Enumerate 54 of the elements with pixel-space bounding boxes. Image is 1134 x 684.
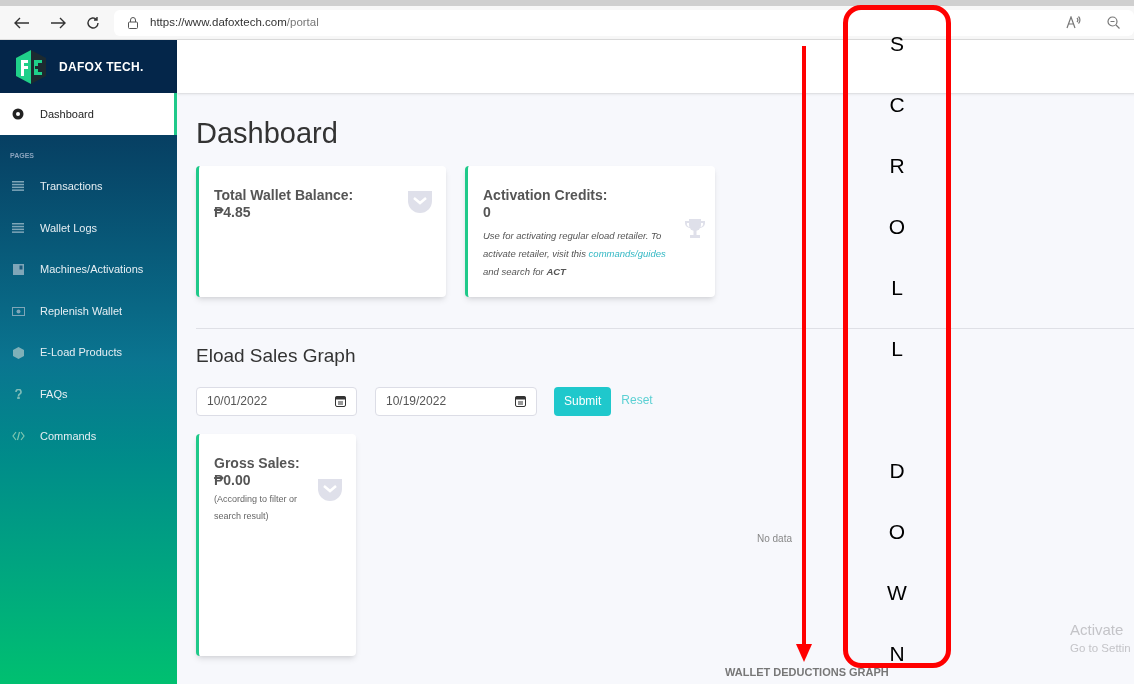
date-field[interactable]: 10/19/2022 (375, 386, 537, 416)
empty-chart-message: No data (757, 532, 793, 546)
read-aloud-icon[interactable] (1066, 16, 1081, 29)
brand-name: DAFOX TECH. (59, 58, 144, 76)
sidebar-item[interactable]: FAQs (0, 373, 177, 416)
forward-icon[interactable] (50, 16, 66, 29)
card-note: (According to filter or search result) (214, 492, 299, 523)
url-text: https://www.dafoxtech.com/portal (150, 14, 319, 30)
card-value: 0 (483, 203, 492, 221)
calendar-icon (515, 395, 526, 407)
money-icon (11, 306, 25, 316)
sidebar-item[interactable]: Wallet Logs (0, 207, 177, 249)
section-heading: WALLET DEDUCTIONS GRAPH (725, 665, 889, 680)
annotation-letter: N (889, 641, 905, 667)
annotation-letter: C (889, 92, 905, 118)
sidebar-item[interactable]: Machines/Activations (0, 248, 177, 291)
sidebar-item[interactable]: Dashboard (0, 93, 177, 135)
chevron-down-icon (318, 478, 342, 501)
board-icon (12, 264, 24, 275)
chevron-down-icon (408, 191, 432, 213)
zoom-out-icon[interactable] (1107, 16, 1120, 29)
back-icon[interactable] (14, 16, 30, 29)
page-title: Dashboard (196, 116, 339, 151)
section-heading: Eload Sales Graph (196, 344, 356, 368)
annotation-letter: O (888, 519, 906, 545)
calendar-icon (335, 395, 346, 407)
logo-icon (15, 49, 47, 84)
annotation-letter: L (891, 336, 903, 362)
lock-icon (128, 16, 138, 29)
code-icon (11, 430, 25, 441)
annotation-letter: L (891, 275, 903, 301)
sidebar-item[interactable]: Replenish Wallet (0, 290, 177, 332)
annotation-letter: R (889, 153, 905, 179)
card-title: Activation Credits: (483, 187, 609, 203)
annotation-letter: O (888, 214, 906, 240)
refresh-icon[interactable] (86, 15, 100, 30)
sidebar-item[interactable]: E-Load Products (0, 331, 177, 374)
date-field[interactable]: 10/01/2022 (196, 386, 357, 416)
cube-icon (12, 346, 24, 359)
annotation-letter: W (887, 580, 907, 606)
address-bar[interactable]: https://www.dafoxtech.com/portal (114, 9, 1134, 36)
question-icon (14, 389, 22, 400)
sidebar-item[interactable]: Commands (0, 415, 177, 457)
annotation-letter: D (889, 458, 905, 484)
card-note: Use for activating regular eload retailer. To activate retailer, visit this commands/guides and search for ACT (483, 229, 667, 279)
card-value: ₱4.85 (214, 203, 252, 221)
card-title: Total Wallet Balance: (214, 187, 354, 203)
list-icon (12, 222, 24, 233)
list-icon (12, 181, 24, 192)
sidebar-item[interactable]: Transactions (0, 165, 177, 208)
trophy-icon (683, 219, 707, 239)
card-value: ₱0.00 (214, 471, 252, 489)
dashboard-icon (12, 108, 24, 120)
card-title: Gross Sales: (214, 454, 301, 472)
